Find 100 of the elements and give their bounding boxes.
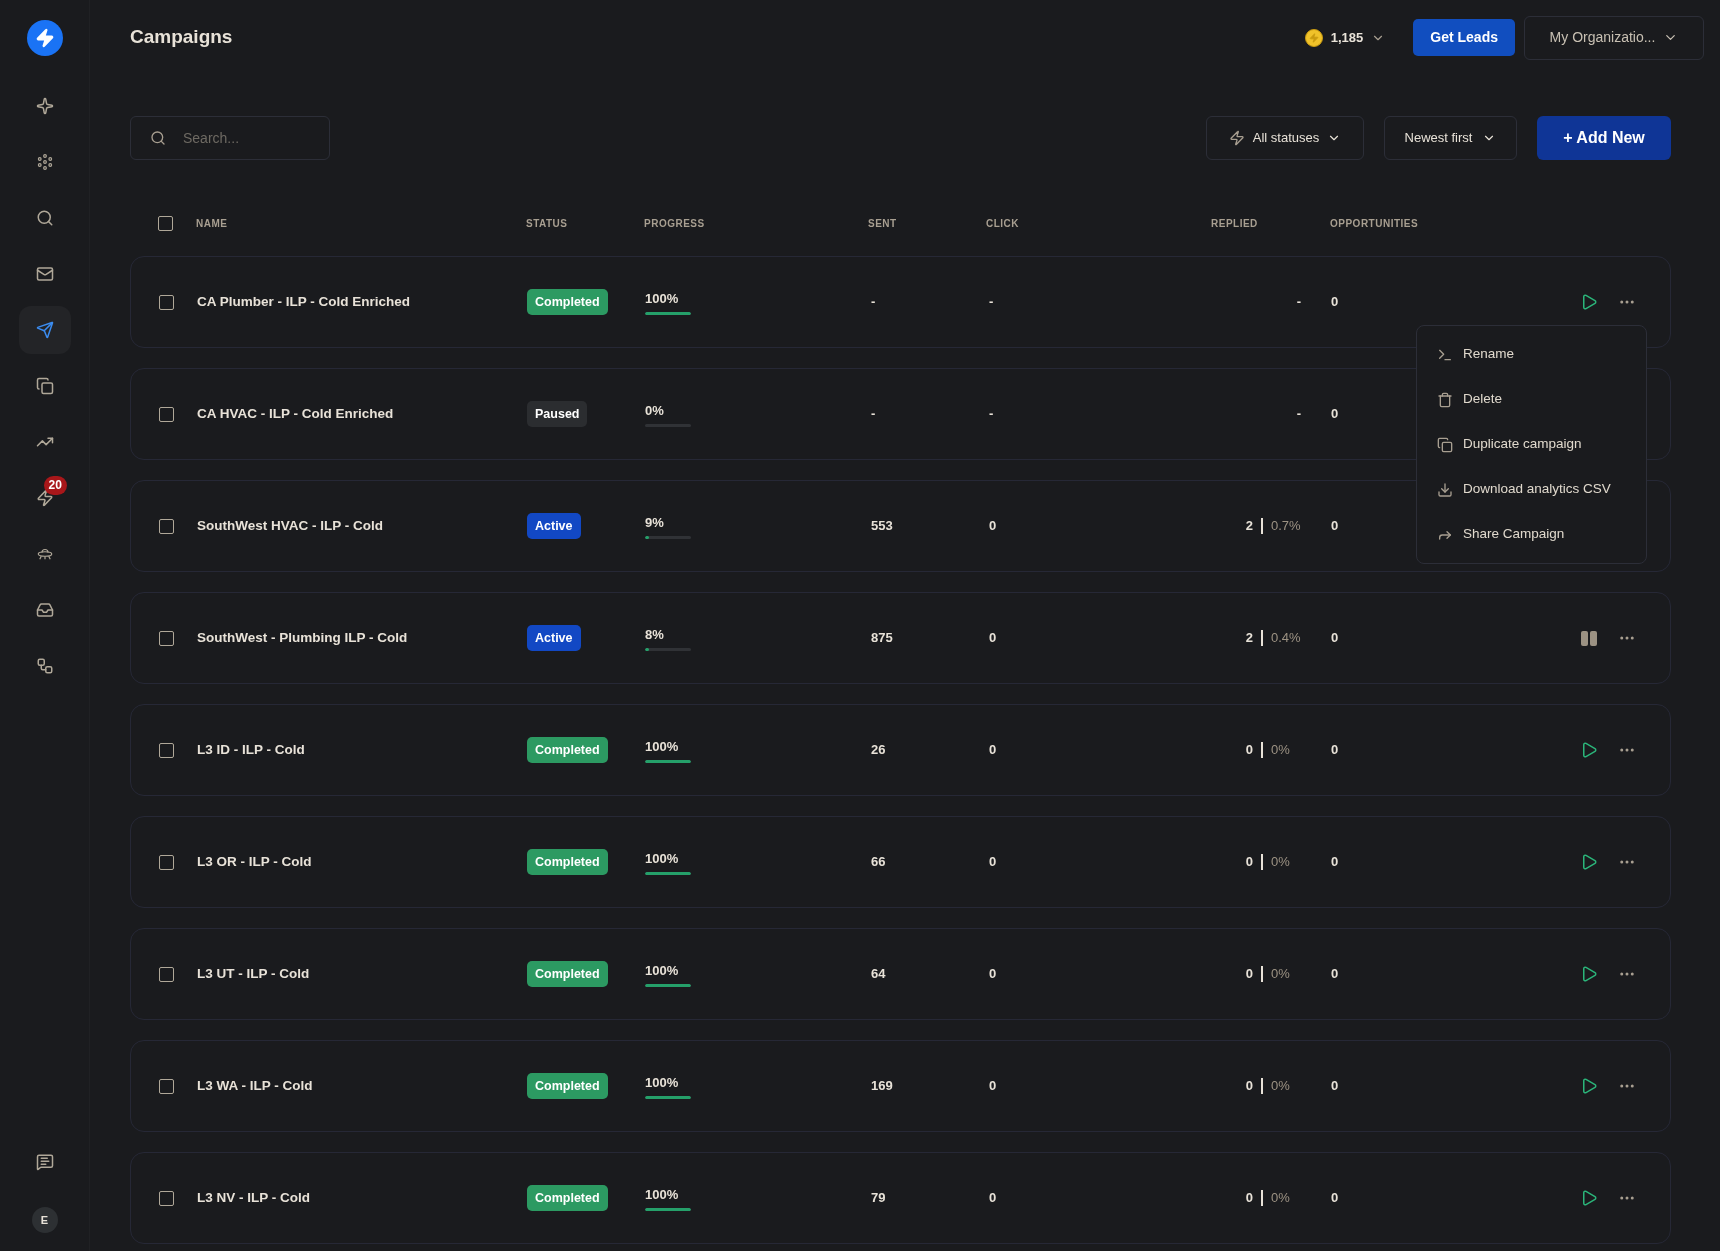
- play-icon[interactable]: [1580, 1077, 1598, 1095]
- progress-percent: 100%: [645, 289, 680, 308]
- campaign-row[interactable]: L3 ID - ILP - Cold Completed 100% 26 0 0 0% 0: [130, 704, 1671, 796]
- campaign-name: L3 WA - ILP - Cold: [197, 1076, 314, 1095]
- opportunities-count: 0: [1331, 1077, 1339, 1096]
- play-icon[interactable]: [1580, 965, 1598, 983]
- status-badge: Completed: [527, 289, 608, 315]
- column-header: REPLIED: [1211, 216, 1258, 231]
- replied-rate: 0%: [1271, 1189, 1291, 1208]
- checkbox[interactable]: [159, 854, 174, 870]
- campaign-row[interactable]: L3 WA - ILP - Cold Completed 100% 169 0 0 0% 0: [130, 1040, 1671, 1132]
- mail-icon: [35, 265, 54, 283]
- campaign-row[interactable]: L3 UT - ILP - Cold Completed 100% 64 0 0 0% 0: [130, 928, 1671, 1020]
- credits-dropdown[interactable]: 1,185: [1304, 27, 1386, 48]
- replied-count: 0: [1245, 1077, 1253, 1096]
- pause-icon[interactable]: [1580, 629, 1598, 647]
- click-count: 0: [988, 853, 997, 872]
- search-field[interactable]: Search...: [130, 116, 330, 160]
- column-header: CLICK: [986, 216, 1020, 231]
- click-count: 0: [988, 1077, 997, 1096]
- send-icon: [35, 321, 54, 339]
- campaign-row[interactable]: L3 OR - ILP - Cold Completed 100% 66 0 0 0% 0: [130, 816, 1671, 908]
- campaign-name: L3 UT - ILP - Cold: [197, 964, 311, 983]
- status-badge: Completed: [527, 1185, 608, 1211]
- status-badge: Completed: [527, 849, 608, 875]
- play-icon[interactable]: [1580, 741, 1598, 759]
- sidebar-item[interactable]: [18, 306, 71, 354]
- checkbox[interactable]: [159, 1078, 174, 1094]
- replied-rate: 0.7%: [1271, 517, 1301, 536]
- opportunities-count: 0: [1331, 741, 1339, 760]
- progress-percent: 100%: [645, 1073, 680, 1092]
- play-icon[interactable]: [1580, 293, 1598, 311]
- sort-dropdown[interactable]: Newest first: [1384, 116, 1517, 160]
- replied-rate: 0.4%: [1271, 629, 1301, 648]
- status-badge: Completed: [527, 1073, 608, 1099]
- click-count: -: [988, 405, 994, 424]
- campaign-name: CA HVAC - ILP - Cold Enriched: [197, 404, 395, 423]
- checkbox[interactable]: [159, 518, 174, 534]
- checkbox[interactable]: [159, 1190, 174, 1206]
- add-new-button[interactable]: + Add New: [1537, 116, 1671, 160]
- status-badge: Completed: [527, 737, 608, 763]
- opportunities-count: 0: [1331, 293, 1339, 312]
- replied-count: -: [1296, 405, 1301, 424]
- opportunities-count: 0: [1331, 405, 1339, 424]
- replied-rate: 0%: [1271, 1077, 1291, 1096]
- opportunities-count: 0: [1331, 965, 1339, 984]
- click-count: 0: [988, 517, 997, 536]
- status-badge: Active: [527, 625, 581, 651]
- menu-item[interactable]: Share Campaign: [1463, 524, 1565, 545]
- status-filter-dropdown[interactable]: All statuses: [1206, 116, 1364, 160]
- progress-percent: 8%: [645, 625, 665, 644]
- campaign-row[interactable]: L3 NV - ILP - Cold Completed 100% 79 0 0 0% 0: [130, 1152, 1671, 1244]
- sent-count: 26: [870, 741, 886, 760]
- checkbox[interactable]: [159, 294, 174, 310]
- play-icon[interactable]: [1580, 1189, 1598, 1207]
- sent-count: -: [870, 405, 876, 424]
- campaign-name: L3 NV - ILP - Cold: [197, 1188, 311, 1207]
- menu-item[interactable]: Delete: [1463, 389, 1503, 410]
- checkbox[interactable]: [159, 406, 174, 422]
- click-count: 0: [988, 629, 997, 648]
- replied-rate: 0%: [1271, 741, 1291, 760]
- get-leads-button[interactable]: Get Leads: [1413, 19, 1515, 56]
- checkbox[interactable]: [159, 966, 174, 982]
- campaign-name: L3 ID - ILP - Cold: [197, 740, 306, 759]
- opportunities-count: 0: [1331, 853, 1339, 872]
- checkbox[interactable]: [159, 742, 174, 758]
- campaign-row[interactable]: SouthWest - Plumbing ILP - Cold Active 8% 875 0 2 0.4% 0: [130, 592, 1671, 684]
- column-header: PROGRESS: [644, 216, 705, 231]
- menu-item[interactable]: Duplicate campaign: [1463, 434, 1582, 455]
- replied-count: 0: [1245, 1189, 1253, 1208]
- user-avatar[interactable]: E: [31, 1207, 58, 1233]
- workflow-icon: [35, 657, 54, 675]
- opportunities-count: 0: [1331, 1189, 1339, 1208]
- progress-percent: 0%: [645, 401, 665, 420]
- replied-count: 0: [1245, 853, 1253, 872]
- lightning-icon: [34, 28, 55, 48]
- click-count: 0: [988, 965, 997, 984]
- trash-icon: [1437, 391, 1453, 408]
- column-header: OPPORTUNITIES: [1330, 216, 1419, 231]
- search-icon: [150, 130, 166, 146]
- status-badge: Completed: [527, 961, 608, 987]
- click-count: -: [988, 293, 994, 312]
- checkbox[interactable]: [159, 630, 174, 646]
- play-icon[interactable]: [1580, 853, 1598, 871]
- sidebar-item[interactable]: 20: [18, 474, 71, 522]
- status-badge: Active: [527, 513, 581, 539]
- lightning-icon: [1228, 130, 1245, 146]
- replied-rate: 0%: [1271, 965, 1291, 984]
- progress-percent: 100%: [645, 737, 680, 756]
- dots-icon: [35, 153, 54, 171]
- logo[interactable]: [26, 20, 63, 56]
- search-icon: [35, 209, 54, 227]
- organization-dropdown[interactable]: My Organizatio...: [1524, 15, 1704, 60]
- checkbox[interactable]: [158, 215, 173, 231]
- sent-count: 875: [870, 629, 893, 648]
- chat-icon[interactable]: [35, 1153, 54, 1171]
- menu-item[interactable]: Download analytics CSV: [1463, 479, 1611, 500]
- campaign-name: L3 OR - ILP - Cold: [197, 852, 313, 871]
- campaign-name: SouthWest - Plumbing ILP - Cold: [197, 628, 409, 647]
- sent-count: -: [870, 293, 876, 312]
